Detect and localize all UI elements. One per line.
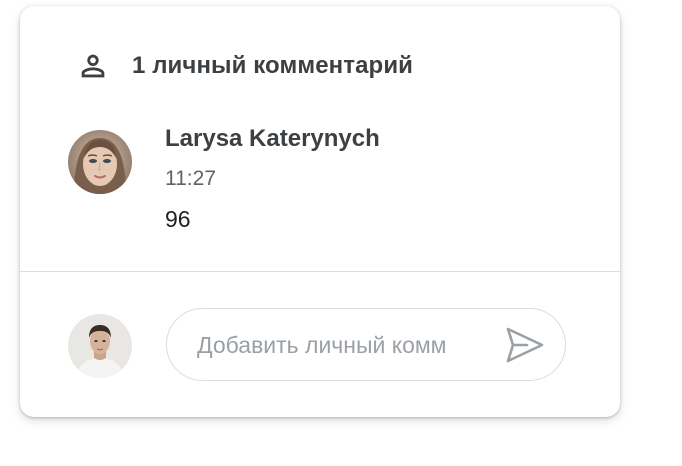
comment-author-name: Larysa Katerynych (165, 125, 380, 152)
comment-author-avatar[interactable] (68, 130, 132, 194)
comment-text: 96 (165, 206, 191, 232)
send-icon[interactable] (505, 326, 545, 364)
divider (20, 271, 620, 272)
person-icon (74, 47, 112, 85)
comment-timestamp: 11:27 (165, 167, 216, 190)
private-comments-header: 1 личный комментарий (74, 46, 413, 86)
private-comments-card: 1 личный комментарий Larysa Katerynych 1… (20, 6, 620, 417)
private-comment-input[interactable] (197, 327, 489, 363)
private-comment-composer (166, 308, 566, 381)
comments-count-title: 1 личный комментарий (132, 52, 414, 79)
current-user-avatar[interactable] (68, 314, 132, 378)
